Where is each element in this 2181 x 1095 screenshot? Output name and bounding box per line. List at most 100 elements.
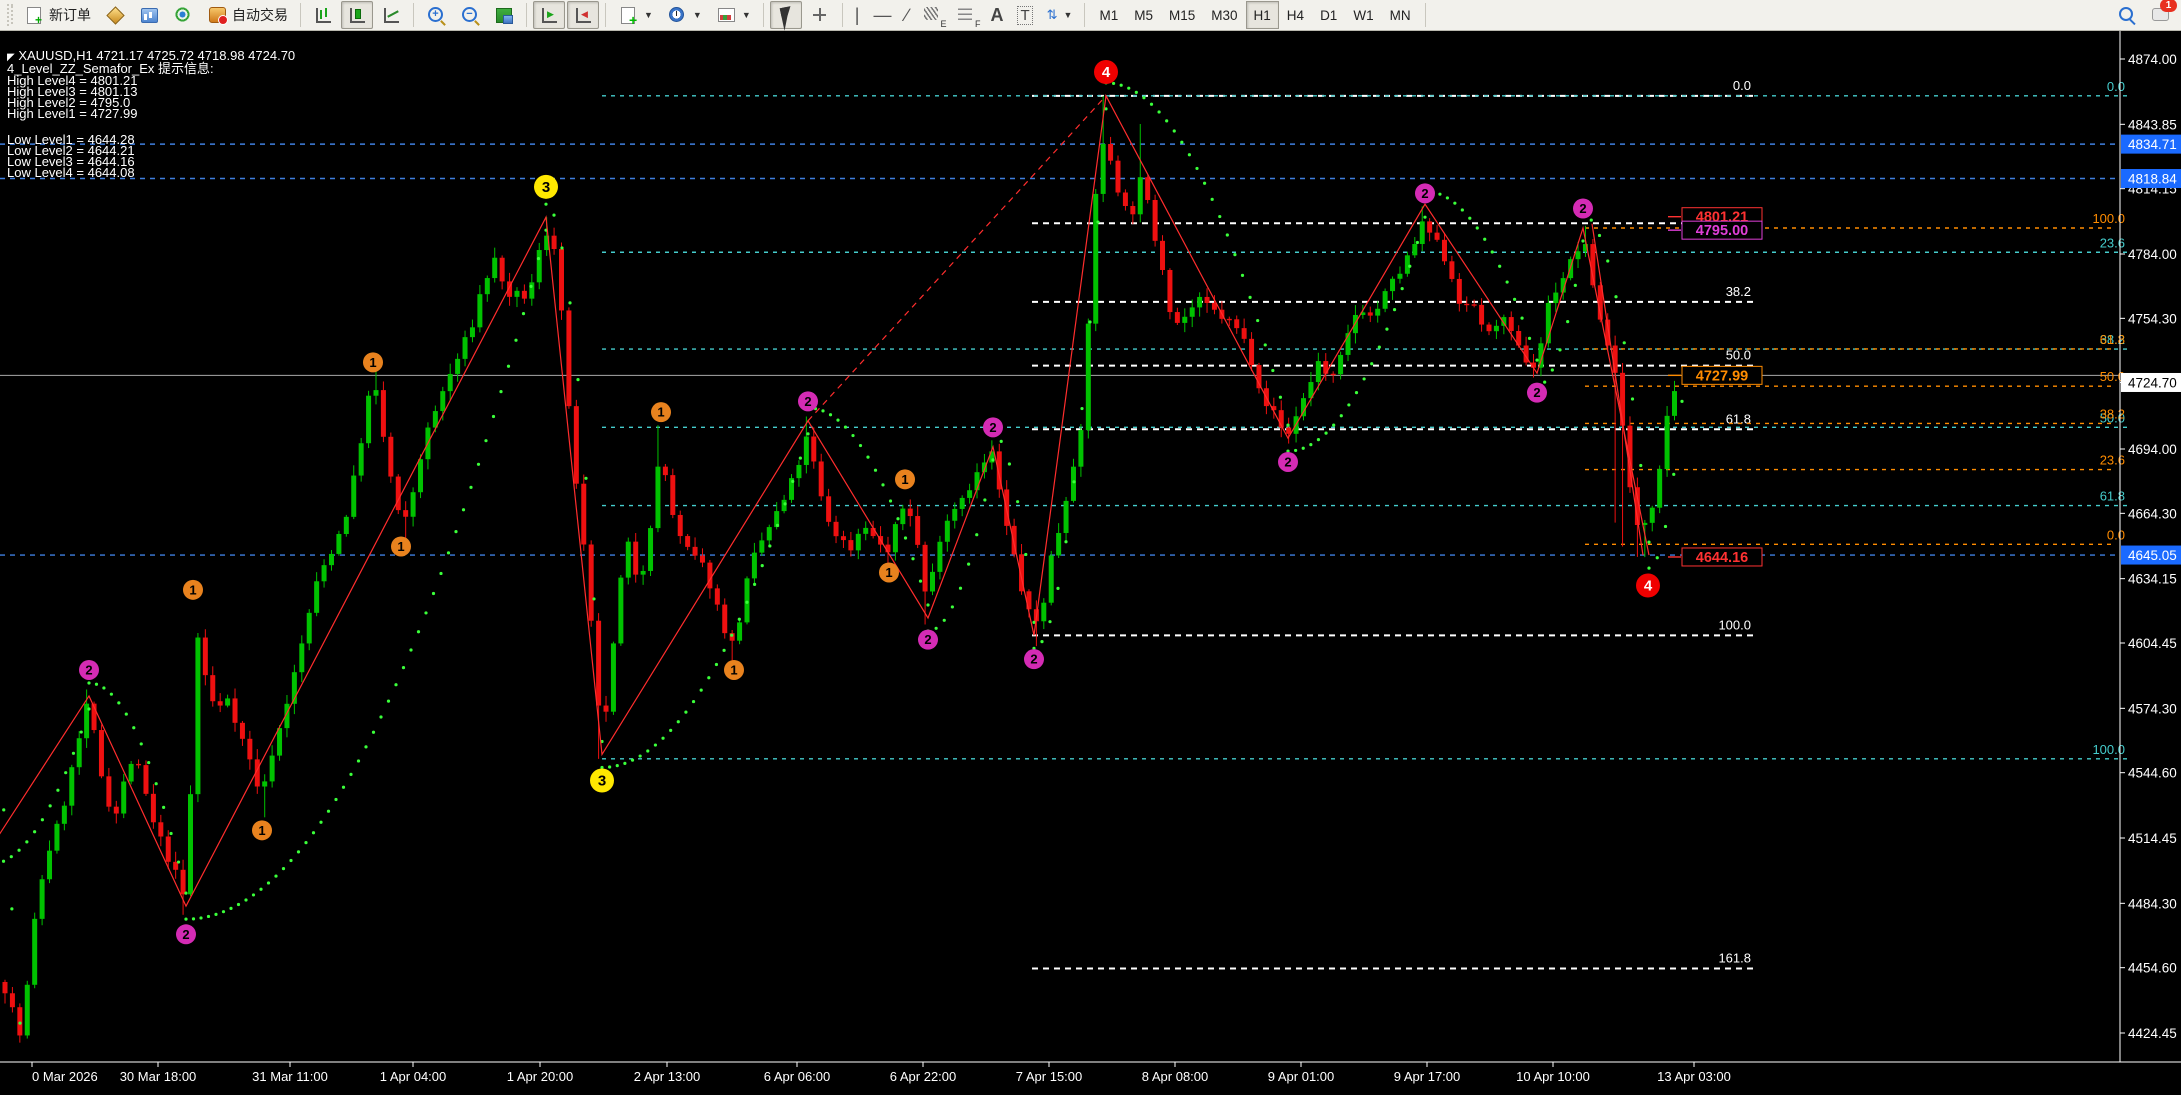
chart-surface[interactable]: 0.023.638.250.061.8100.0161.80.023.638.2… <box>0 0 2181 1095</box>
crosshair-tool-button[interactable] <box>804 1 836 29</box>
sar-dot <box>889 499 892 502</box>
candlestick-chart-button[interactable] <box>341 1 373 29</box>
sar-dot <box>935 627 938 630</box>
candle-body <box>1457 279 1462 304</box>
candle-body <box>1665 416 1670 469</box>
timeframe-button-w1[interactable]: W1 <box>1345 1 1381 29</box>
timeframe-button-mn[interactable]: MN <box>1382 1 1419 29</box>
horizontal-line-tool-button[interactable]: — <box>867 1 897 29</box>
sar-dot <box>72 752 75 755</box>
chevron-down-icon[interactable]: ▼ <box>742 10 751 20</box>
time-label[interactable]: 9 Apr 17:00 <box>1394 1069 1461 1084</box>
sar-dot <box>64 771 67 774</box>
sar-dot <box>1142 96 1145 99</box>
chevron-down-icon[interactable]: ▼ <box>693 10 702 20</box>
periods-button[interactable]: ▼ <box>661 1 708 29</box>
sar-dot <box>1120 84 1123 87</box>
chart-shift-button[interactable] <box>567 1 599 29</box>
time-label[interactable]: 30 Mar 18:00 <box>120 1069 197 1084</box>
time-label[interactable]: 1 Apr 04:00 <box>380 1069 447 1084</box>
semafor-2-marker[interactable]: 2 <box>918 630 938 650</box>
semafor-4-marker[interactable]: 4 <box>1094 60 1118 84</box>
tile-windows-button[interactable] <box>488 1 520 29</box>
semafor-3-marker[interactable]: 3 <box>590 768 614 792</box>
sar-dot <box>1211 198 1214 201</box>
auto-scroll-button[interactable] <box>533 1 565 29</box>
semafor-2-marker[interactable]: 2 <box>1415 183 1435 203</box>
text-icon: A <box>990 5 1003 26</box>
timeframe-button-m30[interactable]: M30 <box>1203 1 1245 29</box>
templates-button[interactable]: ▼ <box>710 1 757 29</box>
semafor-2-marker[interactable]: 2 <box>79 660 99 680</box>
semafor-1-marker[interactable]: 1 <box>724 660 744 680</box>
chevron-down-icon[interactable]: ▼ <box>1064 10 1073 20</box>
cursor-tool-button[interactable] <box>770 1 802 29</box>
zoom-in-button[interactable]: + <box>420 1 452 29</box>
sar-dot <box>896 517 899 520</box>
time-label[interactable]: 13 Apr 03:00 <box>1657 1069 1731 1084</box>
timeframe-button-m1[interactable]: M1 <box>1091 1 1126 29</box>
time-label[interactable]: 7 Apr 15:00 <box>1016 1069 1083 1084</box>
semafor-2-marker[interactable]: 2 <box>176 924 196 944</box>
candle-body <box>685 536 690 547</box>
fibonacci-tool-button[interactable]: F <box>950 1 982 29</box>
arrows-tool-button[interactable]: ⇅▼ <box>1041 1 1079 29</box>
trendline-tool-button[interactable]: ∕ <box>899 1 914 29</box>
signals-button[interactable] <box>167 1 199 29</box>
time-label[interactable]: 9 Apr 01:00 <box>1268 1069 1335 1084</box>
vertical-line-tool-button[interactable]: | <box>849 1 866 29</box>
label-tool-button[interactable]: T <box>1011 1 1038 29</box>
semafor-1-marker[interactable]: 1 <box>879 562 899 582</box>
chart-text: 23.6 <box>2100 235 2125 250</box>
semafor-1-marker[interactable]: 1 <box>183 580 203 600</box>
sar-dot <box>267 881 270 884</box>
semafor-1-marker[interactable]: 1 <box>391 536 411 556</box>
time-label[interactable]: 2 Apr 13:00 <box>634 1069 701 1084</box>
semafor-4-marker[interactable]: 4 <box>1636 573 1660 597</box>
time-label[interactable]: 8 Apr 08:00 <box>1142 1069 1209 1084</box>
candle-body <box>1331 374 1336 375</box>
new-order-button[interactable]: + 新订单 <box>18 1 97 29</box>
semafor-3-marker[interactable]: 3 <box>534 175 558 199</box>
semafor-1-marker[interactable]: 1 <box>252 820 272 840</box>
time-label[interactable]: 6 Apr 22:00 <box>890 1069 957 1084</box>
channel-tool-button[interactable]: E <box>916 1 948 29</box>
semafor-2-marker[interactable]: 2 <box>1527 383 1547 403</box>
semafor-1-marker[interactable]: 1 <box>363 352 383 372</box>
candle-body <box>581 484 586 545</box>
bar-chart-button[interactable] <box>307 1 339 29</box>
semafor-1-marker[interactable]: 1 <box>895 469 915 489</box>
notifications-button[interactable]: 1 <box>2145 1 2177 29</box>
time-label[interactable]: 1 Apr 20:00 <box>507 1069 574 1084</box>
timeframe-button-h1[interactable]: H1 <box>1246 1 1279 29</box>
semafor-2-marker[interactable]: 2 <box>1573 198 1593 218</box>
chart-text: 161.8 <box>1718 951 1751 966</box>
semafor-2-marker[interactable]: 2 <box>798 391 818 411</box>
chart-window-button[interactable] <box>133 1 165 29</box>
semafor-2-marker[interactable]: 2 <box>983 417 1003 437</box>
semafor-2-marker[interactable]: 2 <box>1024 649 1044 669</box>
text-tool-button[interactable]: A <box>984 1 1009 29</box>
auto-trading-button[interactable]: 自动交易 <box>201 1 294 29</box>
candle-body <box>1145 177 1150 200</box>
sar-dot <box>252 893 255 896</box>
timeframe-button-m15[interactable]: M15 <box>1161 1 1203 29</box>
zoom-out-button[interactable]: − <box>454 1 486 29</box>
semafor-2-marker[interactable]: 2 <box>1278 452 1298 472</box>
line-chart-button[interactable] <box>375 1 407 29</box>
candle-body <box>1435 233 1440 240</box>
time-label[interactable]: 10 Apr 10:00 <box>1516 1069 1590 1084</box>
time-label[interactable]: 31 Mar 11:00 <box>252 1069 328 1084</box>
market-watch-button[interactable] <box>99 1 131 29</box>
timeframe-button-m5[interactable]: M5 <box>1126 1 1161 29</box>
search-button[interactable] <box>2111 1 2143 29</box>
time-label[interactable]: 0 Mar 2026 <box>32 1069 98 1084</box>
timeframe-button-d1[interactable]: D1 <box>1312 1 1345 29</box>
toolbar-grip[interactable] <box>7 4 13 26</box>
indicators-button[interactable]: +▼ <box>612 1 659 29</box>
sar-dot <box>454 530 457 533</box>
timeframe-button-h4[interactable]: H4 <box>1279 1 1312 29</box>
chevron-down-icon[interactable]: ▼ <box>644 10 653 20</box>
time-label[interactable]: 6 Apr 06:00 <box>764 1069 831 1084</box>
semafor-1-marker[interactable]: 1 <box>651 402 671 422</box>
